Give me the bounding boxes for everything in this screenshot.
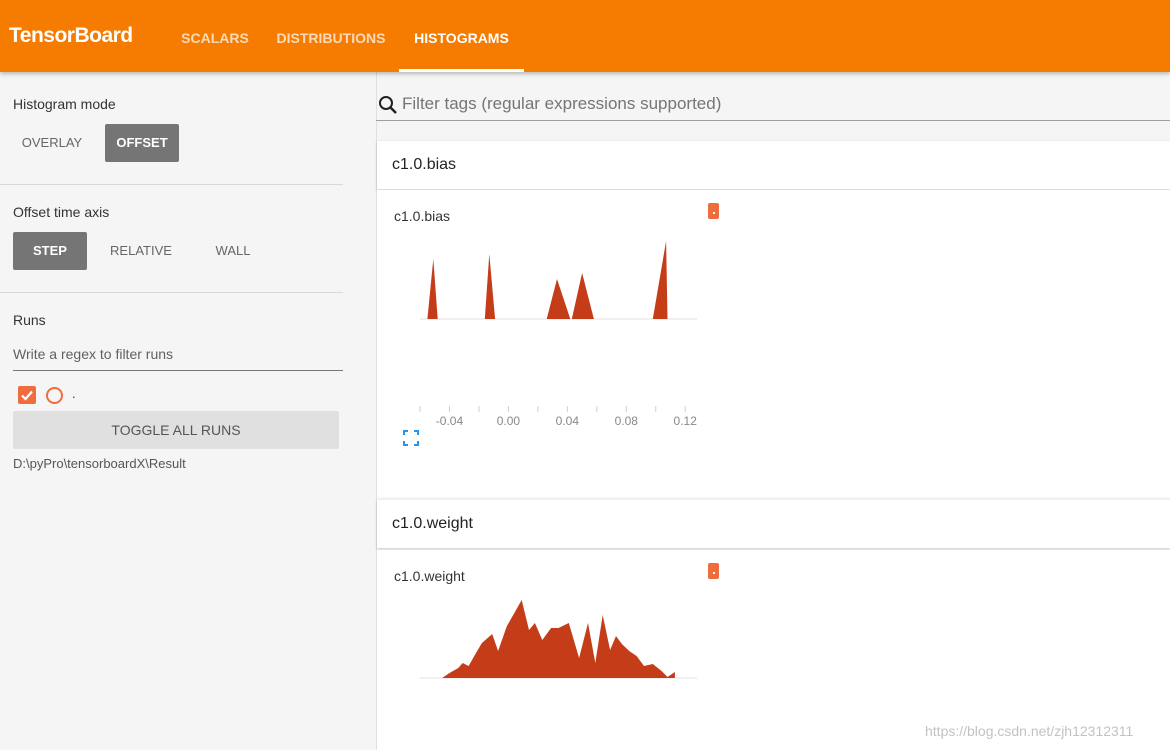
fullscreen-icon[interactable] xyxy=(403,430,419,446)
tab-histograms[interactable]: HISTOGRAMS xyxy=(399,0,524,72)
category-header-bias[interactable]: c1.0.bias xyxy=(377,141,1170,189)
checkmark-icon xyxy=(21,390,33,401)
tag-filter xyxy=(376,88,1170,121)
app-brand: TensorBoard xyxy=(9,24,133,47)
histogram-card-weight: c1.0.weight xyxy=(377,550,1170,750)
run-color-radio[interactable] xyxy=(46,387,63,404)
category-header-weight[interactable]: c1.0.weight xyxy=(377,500,1170,548)
run-checkbox[interactable] xyxy=(18,386,36,404)
tab-distributions[interactable]: DISTRIBUTIONS xyxy=(262,0,400,72)
divider xyxy=(0,184,343,185)
x-tick-label: 0.04 xyxy=(556,414,580,428)
x-tick-label: 0.12 xyxy=(674,414,698,428)
category-title: c1.0.weight xyxy=(392,515,473,532)
step-button[interactable]: STEP xyxy=(13,232,87,270)
offset-time-axis-title: Offset time axis xyxy=(13,204,110,220)
logdir-path: D:\pyPro\tensorboardX\Result xyxy=(13,456,186,471)
search-icon xyxy=(379,96,397,114)
tab-scalars[interactable]: SCALARS xyxy=(170,0,260,72)
active-tab-indicator xyxy=(399,69,524,72)
run-filter-input[interactable] xyxy=(13,338,343,371)
x-tick-label: 0.00 xyxy=(497,414,521,428)
histogram-chart-bias[interactable]: -0.04 0.00 0.04 0.08 0.12 xyxy=(377,190,777,440)
toggle-all-runs-button[interactable]: TOGGLE ALL RUNS xyxy=(13,411,339,449)
histogram-chart-weight[interactable] xyxy=(377,550,777,750)
wall-button[interactable]: WALL xyxy=(200,232,266,270)
run-name: . xyxy=(72,386,76,401)
runs-title: Runs xyxy=(13,312,46,328)
x-tick-label: -0.04 xyxy=(436,414,464,428)
offset-button[interactable]: OFFSET xyxy=(105,124,179,162)
sidebar: Histogram mode OVERLAY OFFSET Offset tim… xyxy=(0,72,343,750)
histogram-card-bias: c1.0.bias -0.04 0.00 0.04 0.08 0.12 xyxy=(377,190,1170,497)
x-tick-label: 0.08 xyxy=(615,414,639,428)
divider xyxy=(0,292,343,293)
overlay-button[interactable]: OVERLAY xyxy=(13,124,91,162)
watermark: https://blog.csdn.net/zjh12312311 xyxy=(925,723,1134,739)
histogram-area xyxy=(427,241,668,319)
category-title: c1.0.bias xyxy=(392,156,457,173)
top-app-bar: TensorBoard SCALARS DISTRIBUTIONS HISTOG… xyxy=(0,0,1170,72)
histogram-mode-title: Histogram mode xyxy=(13,96,116,112)
tag-filter-input[interactable] xyxy=(402,91,1162,117)
histogram-area xyxy=(442,600,675,678)
relative-button[interactable]: RELATIVE xyxy=(98,232,184,270)
